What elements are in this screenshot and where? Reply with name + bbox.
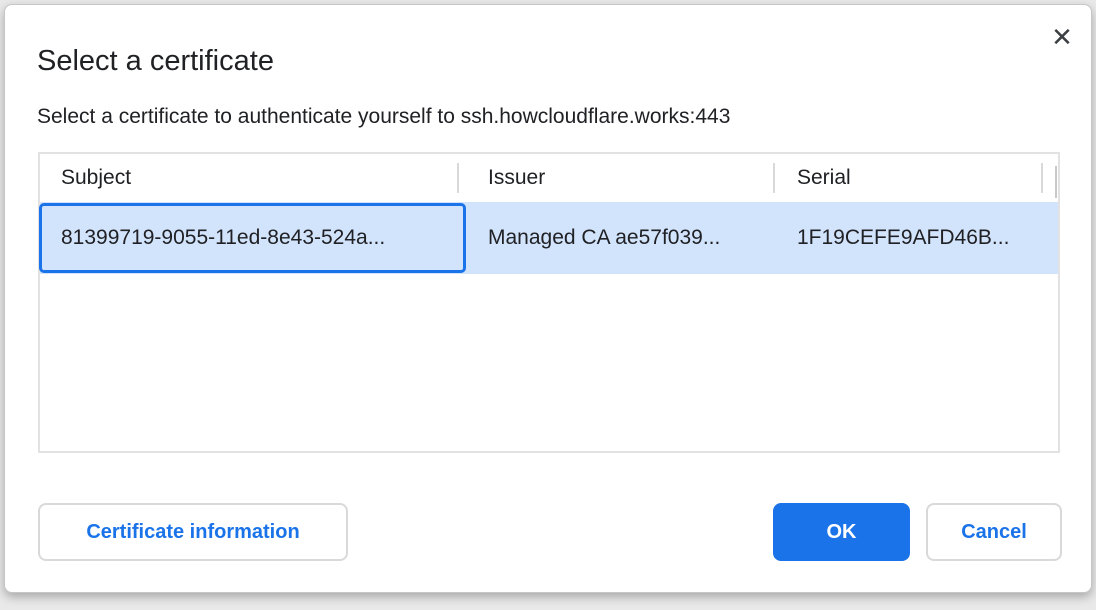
scrollbar[interactable] <box>1055 166 1057 198</box>
cancel-button[interactable]: Cancel <box>926 503 1062 561</box>
cell-subject: 81399719-9055-11ed-8e43-524a... <box>61 202 385 274</box>
certificate-picker-dialog: ✕ Select a certificate Select a certific… <box>4 4 1092 593</box>
close-icon[interactable]: ✕ <box>1045 20 1079 54</box>
dialog-subtitle: Select a certificate to authenticate you… <box>37 105 730 129</box>
column-divider <box>773 163 775 193</box>
cell-serial: 1F19CEFE9AFD46B... <box>797 202 1009 274</box>
column-header-serial: Serial <box>797 154 851 202</box>
ok-button[interactable]: OK <box>773 503 910 561</box>
dialog-title: Select a certificate <box>37 45 274 78</box>
certificate-row-selected[interactable]: 81399719-9055-11ed-8e43-524a... Managed … <box>40 202 1058 274</box>
column-divider <box>1041 163 1043 193</box>
certificate-information-button[interactable]: Certificate information <box>38 503 348 561</box>
column-divider <box>457 163 459 193</box>
certificate-table: Subject Issuer Serial 81399719-9055-11ed… <box>38 152 1060 453</box>
column-header-subject: Subject <box>61 154 131 202</box>
column-header-issuer: Issuer <box>488 154 545 202</box>
cell-issuer: Managed CA ae57f039... <box>488 202 720 274</box>
